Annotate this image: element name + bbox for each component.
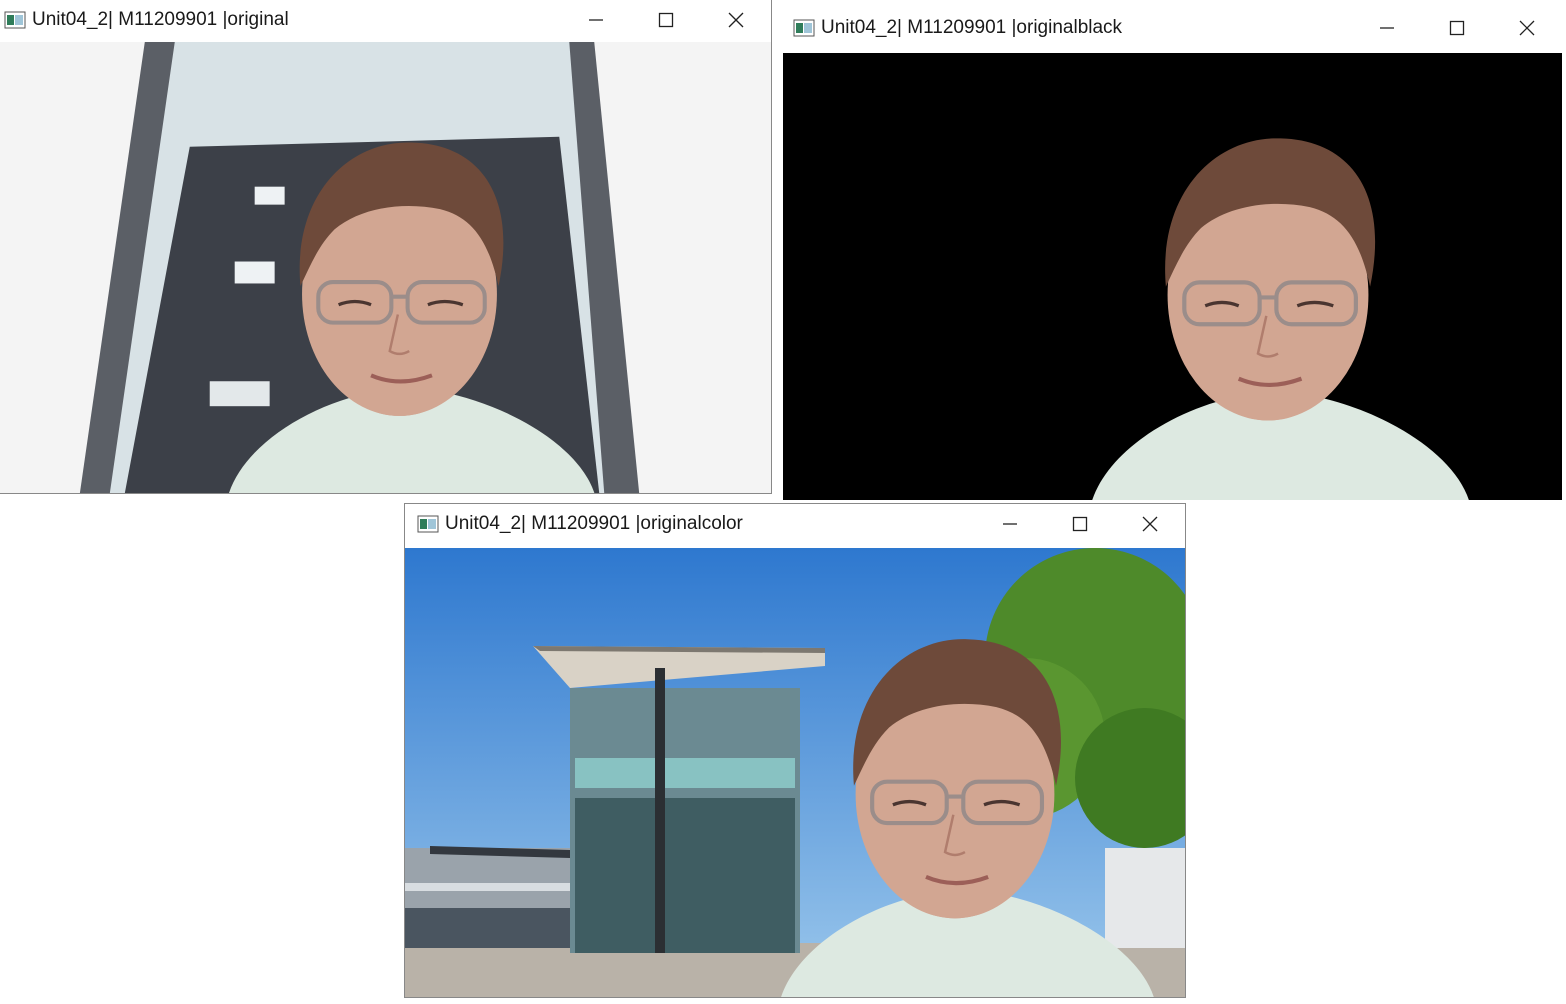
minimize-icon	[1003, 523, 1017, 525]
minimize-icon	[1380, 27, 1394, 29]
window-title: Unit04_2| M11209901 |originalblack	[821, 17, 1123, 38]
maximize-icon	[1072, 516, 1088, 532]
window-originalcolor: Unit04_2| M11209901 |originalcolor	[404, 503, 1186, 998]
minimize-button[interactable]	[561, 0, 631, 40]
minimize-icon	[589, 19, 603, 21]
app-icon	[4, 9, 26, 31]
titlebar[interactable]: Unit04_2| M11209901 |original	[0, 0, 771, 40]
close-icon	[1142, 516, 1158, 532]
window-title: Unit04_2| M11209901 |original	[32, 9, 289, 30]
camera-frame-originalcolor	[405, 548, 1185, 997]
window-title: Unit04_2| M11209901 |originalcolor	[445, 513, 743, 534]
close-button[interactable]	[1115, 504, 1185, 544]
maximize-button[interactable]	[1422, 8, 1492, 48]
window-original: Unit04_2| M11209901 |original	[0, 0, 772, 494]
titlebar[interactable]: Unit04_2| M11209901 |originalblack	[783, 8, 1562, 48]
minimize-button[interactable]	[1352, 8, 1422, 48]
titlebar[interactable]: Unit04_2| M11209901 |originalcolor	[405, 504, 1185, 544]
close-button[interactable]	[701, 0, 771, 40]
close-button[interactable]	[1492, 8, 1562, 48]
app-icon	[417, 513, 439, 535]
close-icon	[1519, 20, 1535, 36]
maximize-button[interactable]	[631, 0, 701, 40]
minimize-button[interactable]	[975, 504, 1045, 544]
camera-frame-originalblack	[783, 53, 1562, 500]
close-icon	[728, 12, 744, 28]
maximize-icon	[1449, 20, 1465, 36]
camera-frame-original	[0, 42, 771, 493]
maximize-icon	[658, 12, 674, 28]
maximize-button[interactable]	[1045, 504, 1115, 544]
window-originalblack: Unit04_2| M11209901 |originalblack	[783, 8, 1562, 500]
app-icon	[793, 17, 815, 39]
